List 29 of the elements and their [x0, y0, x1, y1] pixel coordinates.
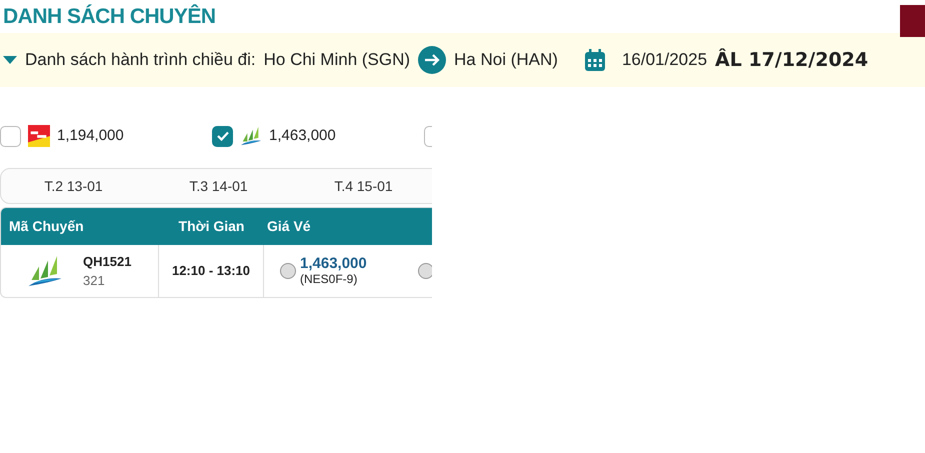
airline-price: 1,463,000	[269, 126, 336, 146]
calendar-icon[interactable]	[584, 48, 606, 72]
column-header: Giá Vé	[266, 217, 312, 236]
fare-radio[interactable]	[418, 263, 432, 279]
airline-logo-icon	[28, 125, 50, 147]
route-label: Danh sách hành trình chiều đi:	[25, 49, 256, 72]
airline-logo-icon	[240, 125, 262, 147]
corner-block	[900, 5, 925, 37]
flight-number: QH1521	[83, 252, 132, 270]
caret-icon[interactable]	[3, 56, 17, 64]
flight-time: 12:10 - 13:10	[159, 245, 264, 297]
column-header: Thời Gian	[178, 217, 246, 236]
day-tab[interactable]: T.3 14-01	[146, 176, 291, 196]
airline-price: 1,194,000	[57, 126, 124, 146]
aircraft-type: 321	[83, 272, 106, 290]
fare-code: (NES0F-9)	[300, 272, 358, 286]
column-header: Mã Chuyến	[8, 217, 85, 236]
day-tab[interactable]: T.2 13-01	[1, 176, 146, 196]
fare-price: 1,463,000	[300, 256, 367, 272]
airline-checkbox[interactable]	[0, 126, 21, 146]
origin-city: Ho Chi Minh (SGN)	[264, 49, 410, 72]
destination-city: Ha Noi (HAN)	[454, 49, 558, 72]
lunar-date: ÂL 17/12/2024	[715, 47, 868, 73]
airline-checkbox[interactable]	[212, 126, 233, 146]
page-title: DANH SÁCH CHUYÊN	[2, 3, 217, 30]
departure-date: 16/01/2025	[622, 49, 708, 72]
day-tab[interactable]: T.4 15-01	[291, 176, 432, 196]
fare-radio[interactable]	[280, 263, 296, 279]
check-icon	[216, 131, 228, 141]
